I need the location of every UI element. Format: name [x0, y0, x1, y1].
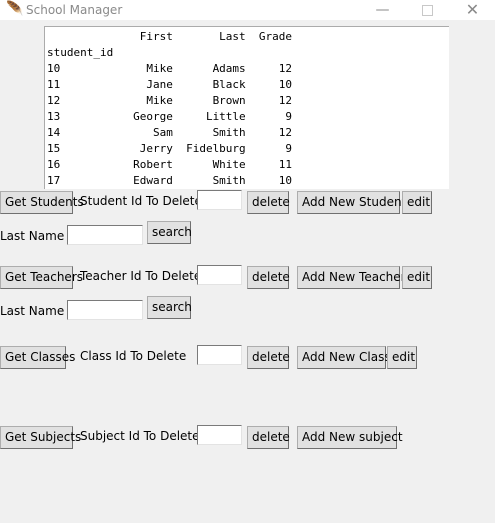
add-new-student-button[interactable]: Add New Student [297, 191, 406, 214]
minimize-button[interactable]: — [360, 0, 405, 20]
delete-class-button[interactable]: delete [247, 346, 290, 369]
window-title: School Manager [26, 3, 123, 17]
student-last-name-input[interactable] [67, 225, 143, 245]
get-students-button[interactable]: Get Students [0, 191, 84, 214]
search-teachers-button[interactable]: search [147, 296, 192, 319]
class-delete-label: Class Id To Delete [80, 349, 187, 363]
maximize-icon [422, 4, 433, 16]
student-id-input[interactable] [197, 190, 242, 210]
maximize-button[interactable] [405, 0, 450, 20]
get-classes-button[interactable]: Get Classes [0, 346, 75, 369]
title-bar: 🪶 School Manager — ✕ [0, 0, 495, 20]
teacher-last-name-label: Last Name [0, 304, 65, 318]
search-students-button[interactable]: search [147, 221, 192, 244]
subject-id-input[interactable] [197, 425, 242, 445]
subject-delete-label: Subject Id To Delete [80, 429, 200, 443]
teacher-id-input[interactable] [197, 265, 242, 285]
add-new-class-button[interactable]: Add New Class [297, 346, 391, 369]
delete-subject-button[interactable]: delete [247, 426, 290, 449]
teacher-delete-label: Teacher Id To Delete [80, 269, 202, 283]
get-subjects-button[interactable]: Get Subjects [0, 426, 81, 449]
teacher-last-name-input[interactable] [67, 300, 143, 320]
student-delete-label: Student Id To Delete [80, 194, 202, 208]
delete-teacher-button[interactable]: delete [247, 266, 290, 289]
edit-class-button[interactable]: edit [387, 346, 417, 369]
edit-student-button[interactable]: edit [402, 191, 432, 214]
students-table-text: First Last Grade student_id 10 Mike Adam… [47, 30, 293, 187]
add-new-teacher-button[interactable]: Add New Teacher [297, 266, 406, 289]
students-table-textbox[interactable]: First Last Grade student_id 10 Mike Adam… [44, 26, 449, 189]
feather-icon: 🪶 [6, 1, 24, 17]
edit-teacher-button[interactable]: edit [402, 266, 432, 289]
student-last-name-label: Last Name [0, 229, 65, 243]
delete-student-button[interactable]: delete [247, 191, 290, 214]
class-id-input[interactable] [197, 345, 242, 365]
get-teachers-button[interactable]: Get Teachers [0, 266, 83, 289]
close-button[interactable]: ✕ [450, 0, 495, 20]
add-new-subject-button[interactable]: Add New subject [297, 426, 403, 449]
